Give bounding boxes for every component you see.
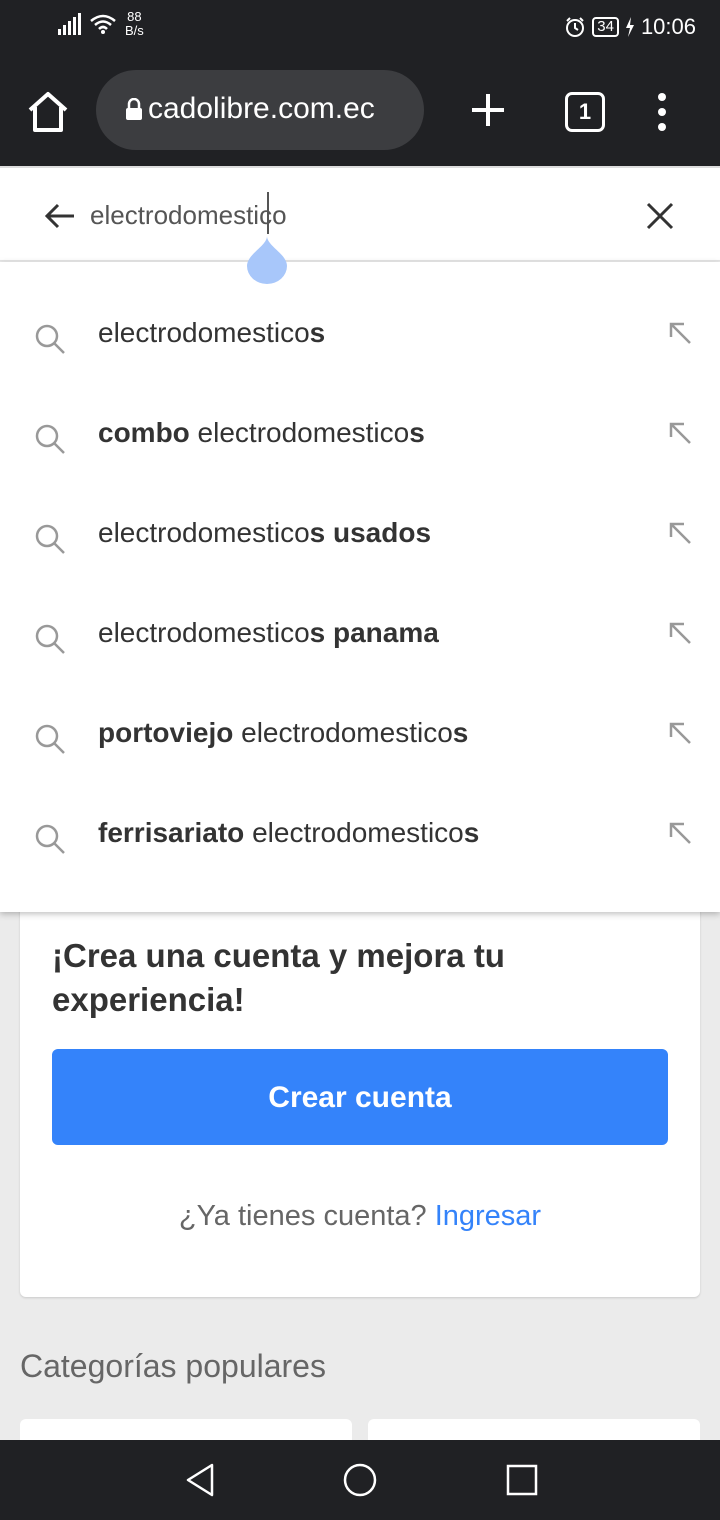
popular-categories-title: Categorías populares [20,1348,326,1384]
create-account-button[interactable]: Crear cuenta [52,1049,668,1145]
suggestion-text: electrodomesticos panama [98,617,439,648]
clock: 10:06 [640,14,696,39]
suggestion-item[interactable]: combo electrodomesticos [0,383,720,483]
search-icon [35,324,65,354]
suggestion-item[interactable]: electrodomesticos usados [0,483,720,583]
lock-icon [126,98,142,120]
nav-recents-icon[interactable] [506,1464,538,1496]
search-icon [35,824,65,854]
signal-icon [58,13,81,35]
search-icon [35,724,65,754]
clear-search-icon[interactable] [646,202,674,230]
suggestion-item[interactable]: portoviejo electrodomesticos [0,683,720,783]
home-icon[interactable] [24,88,72,136]
search-bar: electrodomestico [0,166,720,261]
card-title: ¡Crea una cuenta y mejora tu experiencia… [52,937,505,1018]
text-caret [267,192,269,234]
login-link[interactable]: Ingresar [435,1200,541,1232]
url-text[interactable]: cadolibre.com.ec [148,92,375,126]
browser-toolbar: cadolibre.com.ec 1 [0,56,720,166]
new-tab-icon[interactable] [468,90,508,130]
text-selection-handle[interactable] [247,236,287,284]
fill-query-icon[interactable] [668,721,692,745]
more-menu-icon[interactable] [652,92,672,132]
suggestion-text: combo electrodomesticos [98,417,425,448]
battery-indicator: 34 [592,17,619,37]
suggestion-text: electrodomesticos usados [98,517,432,548]
charging-icon [625,17,634,37]
status-left: 88 B/s [58,10,144,38]
alarm-icon [566,17,585,37]
create-account-card: ¡Crea una cuenta y mejora tu experiencia… [20,880,700,1297]
fill-query-icon[interactable] [668,821,692,845]
query-before-caret: electrodome [90,200,234,230]
login-prompt-line: ¿Ya tienes cuenta? Ingresar [20,1200,700,1233]
fill-query-icon[interactable] [668,521,692,545]
login-prompt: ¿Ya tienes cuenta? [178,1200,427,1232]
query-after-caret: stico [233,200,287,230]
back-arrow-icon[interactable] [44,202,76,230]
suggestion-item[interactable]: electrodomesticos [0,283,720,383]
suggestion-text: portoviejo electrodomesticos [98,717,469,748]
wifi-icon [90,14,116,34]
nav-home-icon[interactable] [342,1462,378,1498]
tab-switcher-button[interactable]: 1 [565,92,605,132]
search-input[interactable]: electrodomestico [90,200,287,231]
nav-back-icon[interactable] [184,1462,216,1498]
search-icon [35,624,65,654]
net-speed-unit: B/s [125,23,144,38]
suggestion-text: electrodomesticos [98,317,326,348]
suggestion-list: electrodomesticos combo electrodomestico… [0,262,720,912]
search-icon [35,524,65,554]
net-speed-value: 88 [127,9,142,24]
url-bar[interactable]: cadolibre.com.ec [96,70,424,150]
fill-query-icon[interactable] [668,621,692,645]
suggestion-item[interactable]: electrodomesticos panama [0,583,720,683]
status-right: 34 10:06 [564,14,696,40]
fill-query-icon[interactable] [668,321,692,345]
suggestion-item[interactable]: ferrisariato electrodomesticos [0,783,720,883]
fill-query-icon[interactable] [668,421,692,445]
suggestion-text: ferrisariato electrodomesticos [98,817,480,848]
status-bar: 88 B/s 34 10:06 [0,0,720,56]
system-nav-bar [0,1440,720,1520]
search-icon [35,424,65,454]
net-speed: 88 B/s [125,10,144,38]
